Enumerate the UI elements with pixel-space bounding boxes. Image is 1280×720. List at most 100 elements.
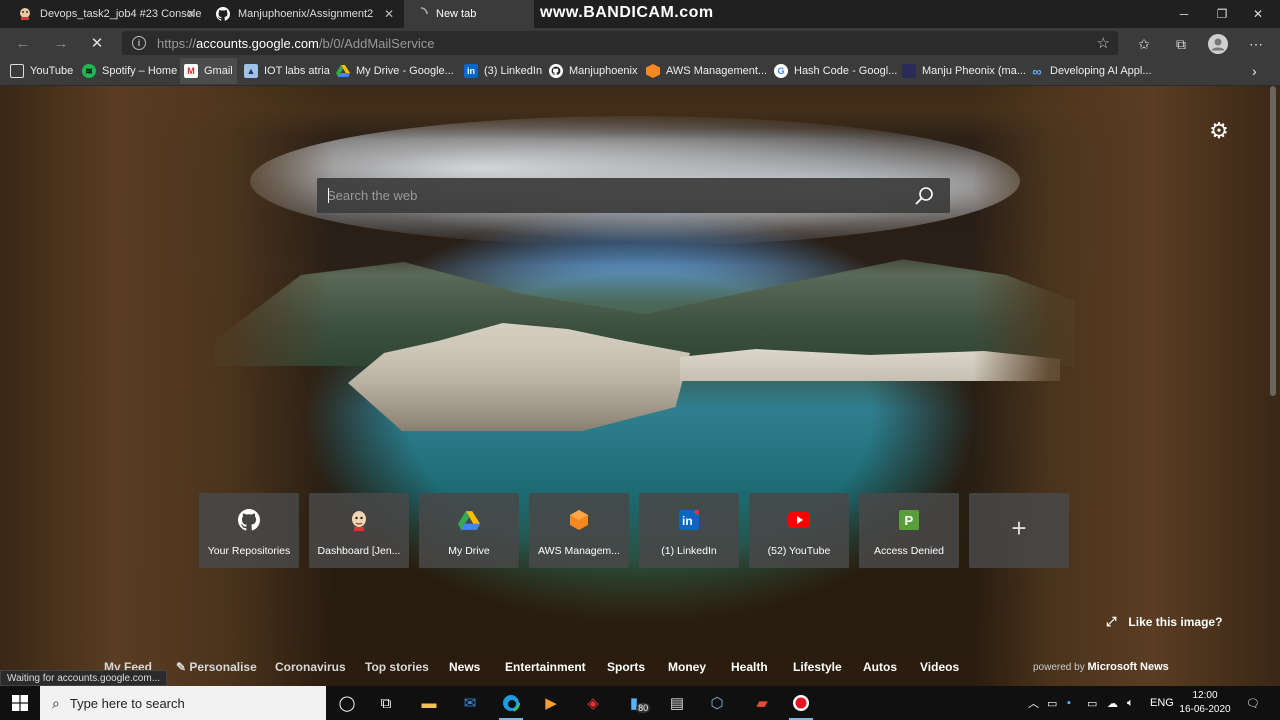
game-app-icon[interactable]: ◈ [575,686,611,720]
tab-devops-console[interactable]: Devops_task2_job4 #23 Console ✕ [8,0,204,28]
minimize-button[interactable]: ─ [1166,0,1202,28]
like-this-image-link[interactable]: ⤢ Like this image? [1106,614,1222,630]
profile-avatar[interactable] [1207,33,1229,55]
collections-icon[interactable]: ⧉ [1170,33,1192,55]
tile-label: AWS Managem... [538,545,620,557]
tile-label: (1) LinkedIn [661,545,717,557]
show-hidden-icons-chevron-icon[interactable]: ︿ [1028,686,1039,720]
url-text[interactable]: https://accounts.google.com/b/0/AddMailS… [157,36,435,51]
web-search-box[interactable] [317,178,950,213]
presentation-app-icon[interactable]: ▰ [744,686,780,720]
start-button[interactable] [0,686,40,720]
tab-assignment2[interactable]: Manjuphoenix/Assignment2 ✕ [206,0,402,28]
favorite-star-icon[interactable]: ☆ [1097,34,1110,52]
news-nav-money[interactable]: Money [668,660,706,674]
close-window-button[interactable]: ✕ [1240,0,1276,28]
edge-browser-icon[interactable] [493,686,529,720]
text-caret [328,188,329,203]
svg-text:P: P [905,513,914,528]
news-nav-coronavirus[interactable]: Coronavirus [275,660,346,674]
more-menu-icon[interactable]: ⋯ [1245,33,1267,55]
bookmark-aws[interactable]: AWS Management... [646,58,767,84]
top-site-tile[interactable]: Dashboard [Jen... [309,493,409,568]
address-bar[interactable]: i https://accounts.google.com/b/0/AddMai… [122,31,1118,55]
clock-date: 16-06-2020 [1179,704,1231,715]
tray-app-icon[interactable]: ▪ [1067,686,1071,720]
scanner-app-icon[interactable]: ▤ [659,686,695,720]
aws-icon [566,507,592,533]
search-input[interactable] [327,178,907,213]
forward-button[interactable]: → [50,32,72,54]
loading-spinner-icon [414,7,428,21]
maximize-button[interactable]: ❐ [1204,0,1240,28]
page-icon [10,64,24,78]
mail-icon[interactable]: ✉ [452,686,488,720]
tray-display-icon[interactable]: ▭ [1047,686,1057,720]
news-nav-videos[interactable]: Videos [920,660,959,674]
news-nav-lifestyle[interactable]: Lifestyle [793,660,842,674]
news-nav-news[interactable]: News [449,660,480,674]
virtualbox-icon[interactable]: ⬡ [699,686,735,720]
add-site-button[interactable]: + [969,493,1069,568]
bookmark-manjuphoenix[interactable]: Manjuphoenix [549,58,638,84]
bookmark-my-drive[interactable]: My Drive - Google... [336,58,454,84]
onedrive-cloud-icon[interactable]: ☁ [1107,686,1118,720]
news-nav-sports[interactable]: Sports [607,660,645,674]
pencil-icon: ✎ [176,660,190,674]
top-site-tile[interactable]: AWS Managem... [529,493,629,568]
news-nav-health[interactable]: Health [731,660,768,674]
task-view-icon[interactable]: ⧉ [368,686,404,720]
page-scrollbar[interactable] [1270,86,1276,396]
cortana-icon[interactable]: ◯ [329,686,365,720]
bookmark-linkedin[interactable]: in (3) LinkedIn [464,58,542,84]
taskbar-search-box[interactable]: ⌕ Type here to search [40,686,326,720]
bandicam-record-icon[interactable] [783,686,819,720]
file-explorer-icon[interactable]: ▬ [411,686,447,720]
close-tab-icon[interactable]: ✕ [384,7,394,21]
volume-icon[interactable]: 🔈︎ [1127,686,1134,720]
bookmarks-overflow-chevron-icon[interactable]: › [1252,58,1257,84]
blank-icon [902,64,916,78]
action-center-icon[interactable]: 🗨︎ [1246,686,1260,720]
tile-label: Your Repositories [207,545,291,557]
input-language[interactable]: ENG [1150,686,1174,720]
top-site-tile[interactable]: P Access Denied [859,493,959,568]
bookmark-hash-code[interactable]: G Hash Code - Googl... [774,58,897,84]
gmail-icon: M [184,64,198,78]
linkedin-icon: in [676,507,702,533]
news-nav-personalise[interactable]: ✎ Personalise [176,660,257,674]
search-icon[interactable] [914,186,934,206]
bookmark-manju-pheonix[interactable]: Manju Pheonix (ma... [902,58,1026,84]
battery-icon[interactable]: ▭ [1087,686,1097,720]
status-bubble: Waiting for accounts.google.com... [0,670,168,686]
bookmark-gmail[interactable]: M Gmail [180,58,237,84]
tab-new-tab[interactable]: New tab [404,0,534,28]
favorites-icon[interactable]: ✩ [1133,33,1155,55]
close-tab-icon[interactable]: ✕ [186,7,196,21]
jenkins-icon [346,507,372,533]
aws-icon [646,64,660,78]
bookmark-developing-ai[interactable]: ∞ Developing AI Appl... [1030,58,1151,84]
tablet-app-icon[interactable]: ▮ 80 [622,686,658,720]
system-clock[interactable]: 12:00 16-06-2020 [1176,689,1234,717]
new-tab-page: ⚙ Your Repositories Dashboard [Jen... My… [0,86,1280,686]
media-player-icon[interactable]: ▶ [533,686,569,720]
top-site-tile[interactable]: My Drive [419,493,519,568]
top-site-tile[interactable]: in (1) LinkedIn [639,493,739,568]
stop-loading-button[interactable]: ✕ [86,32,108,54]
news-nav-autos[interactable]: Autos [863,660,897,674]
badge-count: 80 [636,703,651,713]
bookmark-youtube[interactable]: YouTube [10,58,73,84]
top-site-tile[interactable]: Your Repositories [199,493,299,568]
page-settings-gear-icon[interactable]: ⚙ [1208,120,1230,142]
news-nav-entertainment[interactable]: Entertainment [505,660,586,674]
top-site-tile[interactable]: (52) YouTube [749,493,849,568]
bookmark-iot-labs[interactable]: ▲ IOT labs atria [244,58,330,84]
expand-icon: ⤢ [1106,614,1117,629]
news-nav-top-stories[interactable]: Top stories [365,660,429,674]
back-button[interactable]: ← [12,32,34,54]
powered-by-label: powered by Microsoft News [1033,661,1169,673]
info-icon[interactable]: i [132,36,146,50]
bookmark-spotify[interactable]: ≋ Spotify – Home [82,58,177,84]
github-icon [549,64,563,78]
